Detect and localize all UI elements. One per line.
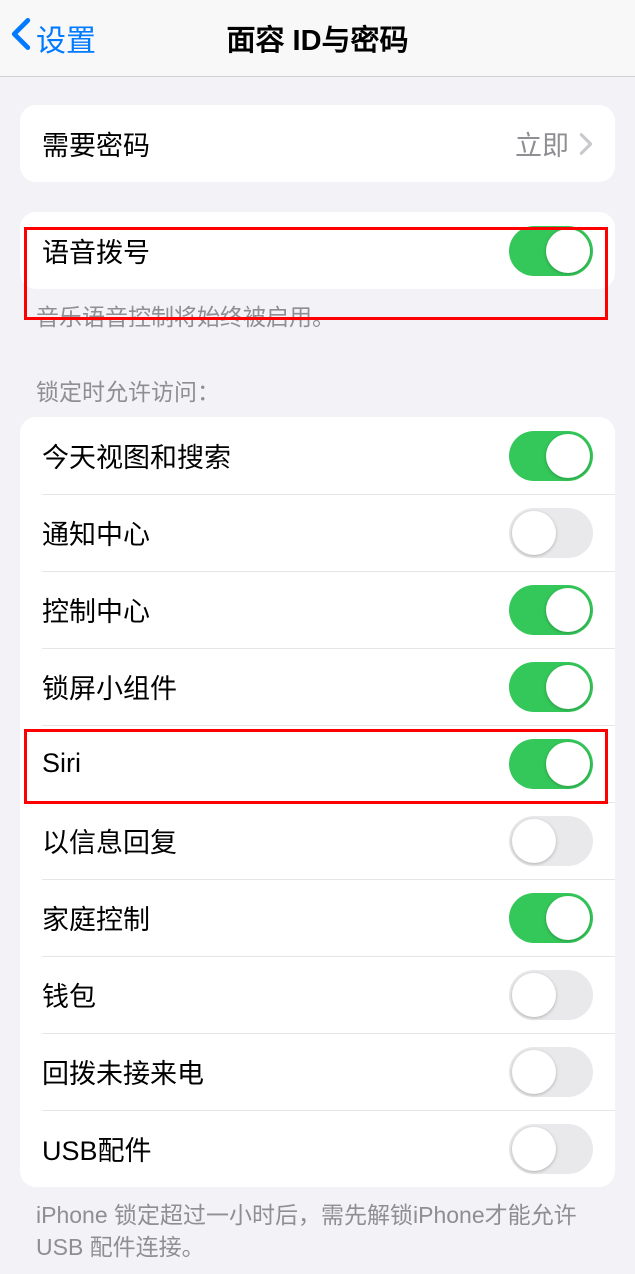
group-require-passcode: 需要密码 立即 xyxy=(20,105,615,182)
toggle-lock-item[interactable] xyxy=(509,431,593,481)
group-lock-access: 今天视图和搜索通知中心控制中心锁屏小组件 Siri 以信息回复家庭控制钱包回拨未接来… xyxy=(20,417,615,1187)
require-passcode-label: 需要密码 xyxy=(42,124,150,163)
row-lock-item: USB配件 xyxy=(20,1110,615,1187)
toggle-voice-dial[interactable] xyxy=(509,226,593,276)
lock-item-label: 通知中心 xyxy=(42,513,150,552)
voice-dial-label: 语音拨号 xyxy=(42,231,150,270)
lock-item-label: 控制中心 xyxy=(42,590,150,629)
row-lock-item: 通知中心 xyxy=(20,494,615,571)
lock-item-label: 家庭控制 xyxy=(42,898,150,937)
lock-access-header: 锁定时允许访问： xyxy=(0,333,635,417)
row-lock-item: 钱包 xyxy=(20,956,615,1033)
toggle-lock-item[interactable] xyxy=(509,585,593,635)
row-lock-item: 回拨未接来电 xyxy=(20,1033,615,1110)
page-title: 面容 ID与密码 xyxy=(226,17,408,59)
lock-item-label: USB配件 xyxy=(42,1129,152,1168)
lock-item-label: 今天视图和搜索 xyxy=(42,436,231,475)
require-passcode-value: 立即 xyxy=(515,124,569,163)
back-button[interactable]: 设置 xyxy=(10,16,96,60)
lock-item-label: 回拨未接来电 xyxy=(42,1052,204,1091)
toggle-lock-item[interactable] xyxy=(509,816,593,866)
row-lock-item: 以信息回复 xyxy=(20,802,615,879)
row-lock-item: 锁屏小组件 xyxy=(20,648,615,725)
chevron-left-icon xyxy=(10,17,32,59)
lock-item-label: Siri xyxy=(42,748,81,779)
lock-item-label: 以信息回复 xyxy=(42,821,177,860)
navbar: 设置 面容 ID与密码 xyxy=(0,0,635,77)
toggle-lock-item[interactable] xyxy=(509,893,593,943)
row-voice-dial: 语音拨号 xyxy=(20,212,615,289)
toggle-lock-item[interactable] xyxy=(509,970,593,1020)
toggle-lock-item[interactable] xyxy=(509,739,593,789)
row-lock-item: 控制中心 xyxy=(20,571,615,648)
toggle-lock-item[interactable] xyxy=(509,662,593,712)
lock-item-label: 钱包 xyxy=(42,975,96,1014)
row-lock-item: Siri xyxy=(20,725,615,802)
group-voice-dial: 语音拨号 xyxy=(20,212,615,289)
row-lock-item: 家庭控制 xyxy=(20,879,615,956)
toggle-lock-item[interactable] xyxy=(509,1124,593,1174)
toggle-lock-item[interactable] xyxy=(509,1047,593,1097)
lock-access-footer: iPhone 锁定超过一小时后，需先解锁iPhone才能允许USB 配件连接。 xyxy=(0,1187,635,1263)
toggle-lock-item[interactable] xyxy=(509,508,593,558)
lock-item-label: 锁屏小组件 xyxy=(42,667,177,706)
chevron-right-icon xyxy=(579,132,593,156)
row-require-passcode[interactable]: 需要密码 立即 xyxy=(20,105,615,182)
voice-dial-footer: 音乐语音控制将始终被启用。 xyxy=(0,289,635,333)
row-lock-item: 今天视图和搜索 xyxy=(20,417,615,494)
back-label: 设置 xyxy=(36,16,96,60)
